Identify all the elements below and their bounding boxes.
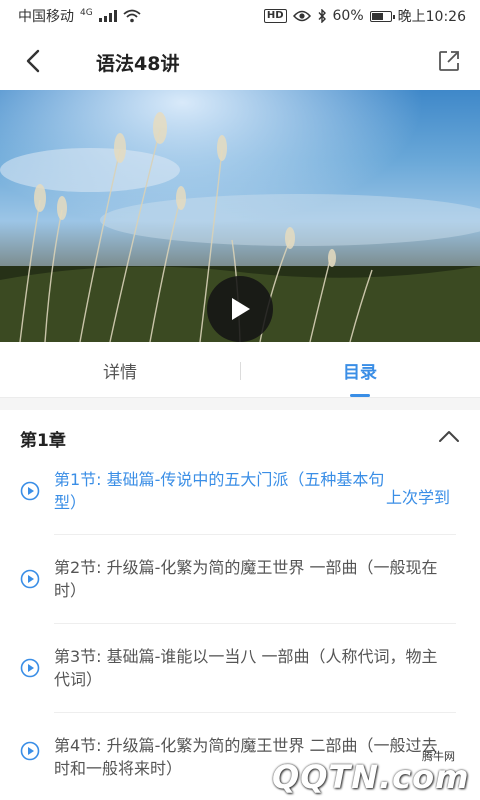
- watermark: 腾牛网 QQTN.com: [272, 744, 476, 798]
- chapter-title: 第1章: [20, 431, 66, 451]
- watermark-logo: QQTN.com: [272, 758, 470, 796]
- share-icon: [439, 51, 459, 71]
- wifi-icon: [123, 9, 141, 23]
- play-circle-icon: [20, 569, 40, 589]
- status-right: HD 60% 晚上10:26: [263, 6, 466, 26]
- chevron-up-icon: [439, 431, 459, 442]
- lesson-title: 第2节: 升级篇-化繁为简的魔王世界 一部曲（一般现在时）: [54, 558, 438, 600]
- page-title: 语法48讲: [96, 53, 180, 75]
- app-header: 语法48讲: [0, 32, 480, 90]
- status-bar: 中国移动 4G HD 60% 晚上10:26: [0, 0, 480, 32]
- lesson-title: 第1节: 基础篇-传说中的五大门派（五种基本句型）: [54, 470, 385, 512]
- clock: 晚上10:26: [397, 9, 466, 25]
- network-label: 4G: [80, 8, 93, 18]
- active-tab-indicator: [350, 394, 370, 397]
- bluetooth-icon: [318, 9, 326, 23]
- lesson-item[interactable]: 第2节: 升级篇-化繁为简的魔王世界 一部曲（一般现在时）: [0, 535, 480, 623]
- lesson-item[interactable]: 第1节: 基础篇-传说中的五大门派（五种基本句型） 上次学到: [0, 462, 480, 534]
- share-button[interactable]: [436, 48, 462, 74]
- battery-percent: 60%: [332, 8, 364, 24]
- back-button[interactable]: [20, 48, 46, 74]
- lesson-title: 第3节: 基础篇-谁能以一当八 一部曲（人称代词，物主代词）: [54, 647, 438, 689]
- play-circle-icon: [20, 741, 40, 761]
- play-circle-icon: [20, 658, 40, 678]
- play-circle-icon: [20, 481, 40, 501]
- tab-bar: 详情 目录: [0, 342, 480, 398]
- play-icon: [232, 298, 250, 320]
- video-player[interactable]: [0, 90, 480, 342]
- tab-detail[interactable]: 详情: [0, 342, 240, 398]
- carrier-label: 中国移动: [18, 9, 74, 25]
- section-gap: [0, 398, 480, 410]
- video-play-button[interactable]: [207, 276, 273, 342]
- eye-icon: [292, 10, 311, 22]
- lesson-item[interactable]: 第3节: 基础篇-谁能以一当八 一部曲（人称代词，物主代词）: [0, 624, 480, 712]
- chapter-header[interactable]: 第1章: [0, 410, 480, 462]
- chevron-left-icon: [26, 49, 40, 73]
- status-left: 中国移动 4G: [18, 6, 141, 26]
- last-studied-tag: 上次学到: [386, 488, 451, 507]
- hd-icon: HD: [263, 9, 287, 23]
- signal-icon: [98, 10, 117, 22]
- tab-catalog[interactable]: 目录: [240, 342, 480, 398]
- collapse-button[interactable]: [436, 424, 462, 450]
- battery-icon: [369, 10, 395, 22]
